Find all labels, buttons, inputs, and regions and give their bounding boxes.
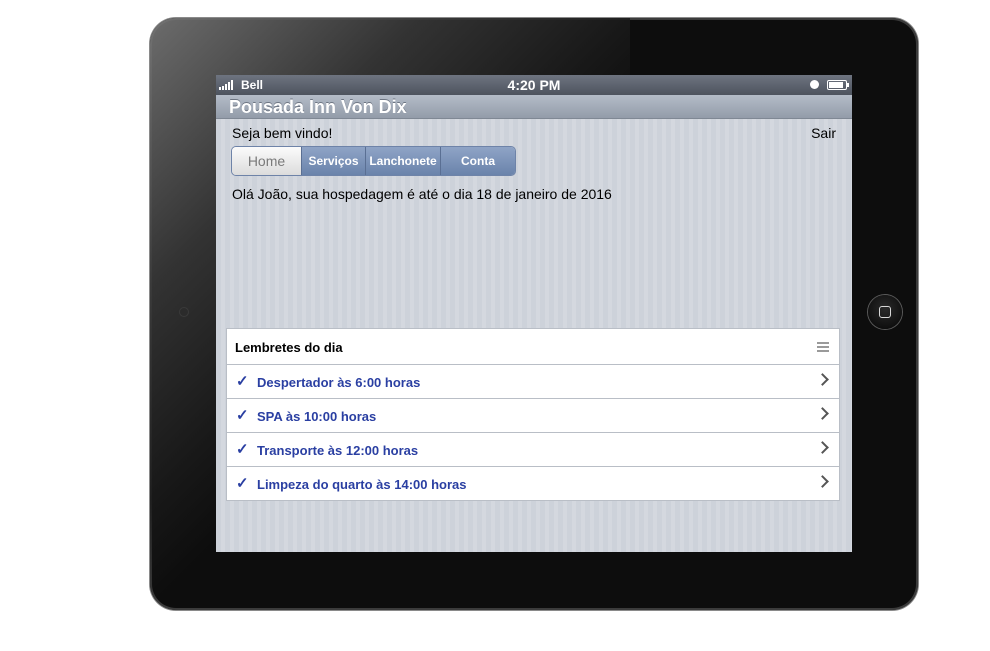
- reminders-title: Lembretes do dia: [235, 340, 343, 355]
- menu-icon[interactable]: [817, 342, 829, 352]
- clock: 4:20 PM: [507, 77, 561, 93]
- welcome-text: Seja bem vindo!: [232, 125, 333, 141]
- check-icon: ✓: [236, 475, 249, 492]
- logout-link[interactable]: Sair: [811, 125, 836, 141]
- check-icon: ✓: [236, 373, 249, 390]
- list-item-label: Transporte às 12:00 horas: [257, 443, 419, 458]
- tab-servicos[interactable]: Serviços: [301, 147, 365, 175]
- tab-bar: Home Serviços Lanchonete Conta: [231, 146, 516, 176]
- check-icon: ✓: [236, 441, 249, 458]
- chevron-right-icon: [816, 407, 829, 420]
- list-item[interactable]: ✓ Transporte às 12:00 horas: [226, 433, 840, 467]
- stay-message: Olá João, sua hospedagem é até o dia 18 …: [232, 186, 612, 202]
- list-item-label: SPA às 10:00 horas: [257, 409, 377, 424]
- reminders-header: Lembretes do dia: [226, 328, 840, 365]
- tab-lanchonete[interactable]: Lanchonete: [365, 147, 440, 175]
- chevron-right-icon: [816, 373, 829, 386]
- list-item-label: Despertador às 6:00 horas: [257, 375, 421, 390]
- rotation-lock-icon: [810, 80, 819, 89]
- app-screen: Bell 4:20 PM Pousada Inn Von Dix Seja be…: [216, 75, 852, 552]
- title-bar: Pousada Inn Von Dix: [216, 95, 852, 119]
- list-item[interactable]: ✓ SPA às 10:00 horas: [226, 399, 840, 433]
- reminders-list: Lembretes do dia ✓ Despertador às 6:00 h…: [226, 328, 840, 501]
- list-item[interactable]: ✓ Despertador às 6:00 horas: [226, 365, 840, 399]
- tab-home[interactable]: Home: [232, 147, 301, 175]
- chevron-right-icon: [816, 441, 829, 454]
- app-title: Pousada Inn Von Dix: [229, 97, 407, 117]
- check-icon: ✓: [236, 407, 249, 424]
- status-bar: Bell 4:20 PM: [216, 75, 852, 95]
- tab-conta[interactable]: Conta: [440, 147, 515, 175]
- list-item-label: Limpeza do quarto às 14:00 horas: [257, 477, 467, 492]
- battery-icon: [827, 80, 849, 90]
- chevron-right-icon: [816, 475, 829, 488]
- list-item[interactable]: ✓ Limpeza do quarto às 14:00 horas: [226, 467, 840, 501]
- camera-icon: [180, 308, 188, 316]
- home-button[interactable]: [868, 295, 902, 329]
- home-square-icon: [879, 306, 891, 318]
